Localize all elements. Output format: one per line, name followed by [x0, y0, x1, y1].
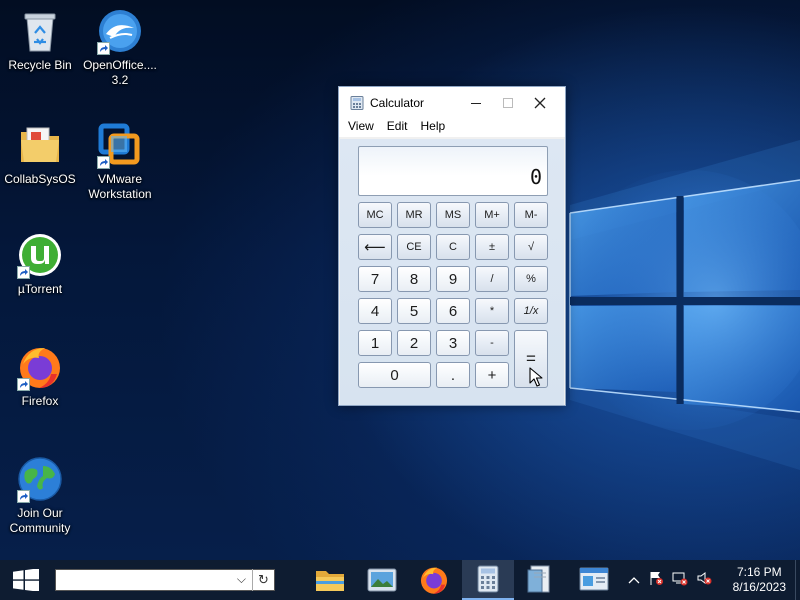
sqrt-button[interactable]: √ — [514, 234, 548, 260]
digit-1-button[interactable]: 1 — [358, 330, 392, 356]
control-panel-icon — [579, 567, 609, 591]
digit-0-button[interactable]: 0 — [358, 362, 431, 388]
menu-help[interactable]: Help — [420, 119, 445, 137]
clear-button[interactable]: C — [436, 234, 470, 260]
openoffice-icon — [97, 8, 143, 55]
folder-icon — [17, 122, 63, 168]
shortcut-arrow-icon — [17, 378, 30, 391]
ce-button[interactable]: CE — [397, 234, 431, 260]
action-center-flag-icon[interactable] — [644, 570, 668, 591]
reciprocal-button[interactable]: 1/x — [514, 298, 548, 324]
refresh-icon[interactable]: ↻ — [252, 569, 274, 591]
calculator-icon — [477, 565, 499, 593]
taskbar: ⌵ ↻ 7:16 PM 8/16/2023 — [0, 560, 800, 600]
desktop-icon-firefox[interactable]: Firefox — [0, 344, 82, 409]
desktop-icon-label: CollabSysOS — [4, 172, 76, 186]
digit-2-button[interactable]: 2 — [397, 330, 431, 356]
digit-6-button[interactable]: 6 — [436, 298, 470, 324]
calculator-body: 0 MC MR MS M+ M- ⟵ CE C ± √ 7 8 9 / % 4 … — [340, 139, 564, 405]
desktop-icon-label: OpenOffice.... 3.2 — [83, 58, 157, 87]
menu-view[interactable]: View — [348, 119, 374, 137]
display-value: 0 — [529, 165, 542, 189]
taskbar-photos[interactable] — [356, 560, 408, 600]
taskbar-notepad-document[interactable] — [514, 560, 566, 600]
calculator-icon — [350, 96, 364, 110]
windows-logo-icon — [13, 569, 39, 591]
m-minus-button[interactable]: M- — [514, 202, 548, 228]
maximize-icon — [503, 98, 513, 108]
shortcut-arrow-icon — [17, 490, 30, 503]
mc-button[interactable]: MC — [358, 202, 392, 228]
mr-button[interactable]: MR — [397, 202, 431, 228]
add-button[interactable]: + — [475, 362, 509, 388]
desktop-icon-join-community[interactable]: Join Our Community — [0, 456, 82, 536]
backspace-button[interactable]: ⟵ — [358, 234, 392, 260]
ms-button[interactable]: MS — [436, 202, 470, 228]
digit-8-button[interactable]: 8 — [397, 266, 431, 292]
percent-button[interactable]: % — [514, 266, 548, 292]
desktop-icon-openoffice[interactable]: OpenOffice.... 3.2 — [78, 8, 162, 88]
search-box[interactable]: ⌵ ↻ — [55, 569, 275, 591]
folder-icon — [316, 571, 344, 591]
close-button[interactable] — [524, 87, 556, 119]
clock[interactable]: 7:16 PM 8/16/2023 — [733, 565, 786, 595]
desktop-icon-vmware[interactable]: VMware Workstation — [78, 122, 162, 202]
document-icon — [527, 565, 550, 593]
desktop-icon-label: Join Our Community — [9, 506, 71, 535]
window-title: Calculator — [370, 96, 425, 110]
digit-7-button[interactable]: 7 — [358, 266, 392, 292]
title-bar[interactable]: Calculator — [339, 87, 565, 119]
desktop-icon-label: Recycle Bin — [8, 58, 72, 72]
menu-edit[interactable]: Edit — [387, 119, 408, 137]
desktop-icon-recycle-bin[interactable]: Recycle Bin — [0, 8, 82, 73]
firefox-icon — [420, 567, 448, 594]
clock-date: 8/16/2023 — [732, 580, 786, 594]
desktop-icon-utorrent[interactable]: µTorrent — [0, 232, 82, 297]
calculator-window: Calculator View Edit Help 0 MC MR MS M+ … — [338, 86, 566, 406]
subtract-button[interactable]: - — [475, 330, 509, 356]
close-icon — [534, 97, 546, 109]
shortcut-arrow-icon — [17, 266, 30, 279]
taskbar-firefox[interactable] — [408, 560, 460, 600]
taskbar-calculator[interactable] — [462, 560, 514, 600]
network-icon[interactable] — [668, 570, 692, 591]
shortcut-arrow-icon — [97, 156, 110, 169]
m-plus-button[interactable]: M+ — [475, 202, 509, 228]
chevron-up-icon[interactable] — [624, 571, 644, 589]
globe-icon — [17, 456, 63, 503]
digit-9-button[interactable]: 9 — [436, 266, 470, 292]
desktop-icon-label: Firefox — [21, 394, 59, 408]
mouse-cursor-icon — [529, 367, 543, 387]
utorrent-icon — [17, 232, 63, 279]
photos-icon — [367, 568, 397, 592]
digit-3-button[interactable]: 3 — [436, 330, 470, 356]
divide-button[interactable]: / — [475, 266, 509, 292]
desktop-icon-collabsysos[interactable]: CollabSysOS — [0, 122, 82, 187]
digit-4-button[interactable]: 4 — [358, 298, 392, 324]
chevron-down-icon[interactable]: ⌵ — [237, 572, 246, 587]
recycle-bin-icon — [17, 8, 63, 54]
decimal-button[interactable]: . — [436, 362, 470, 388]
volume-muted-icon[interactable] — [692, 570, 716, 591]
minimize-icon — [471, 103, 481, 104]
minimize-button[interactable] — [460, 87, 492, 119]
clock-time: 7:16 PM — [736, 565, 782, 579]
shortcut-arrow-icon — [97, 42, 110, 55]
firefox-icon — [17, 344, 63, 391]
digit-5-button[interactable]: 5 — [397, 298, 431, 324]
show-desktop-button[interactable] — [795, 560, 800, 600]
taskbar-control-panel[interactable] — [568, 560, 620, 600]
calculator-display: 0 — [358, 146, 548, 196]
desktop-icon-label: µTorrent — [17, 282, 63, 296]
desktop-icon-label: VMware Workstation — [88, 172, 152, 201]
plus-minus-button[interactable]: ± — [475, 234, 509, 260]
start-button[interactable] — [0, 560, 52, 600]
menu-bar: View Edit Help — [339, 119, 565, 137]
multiply-button[interactable]: * — [475, 298, 509, 324]
maximize-button[interactable] — [492, 87, 524, 119]
system-tray — [624, 560, 716, 600]
taskbar-file-explorer[interactable] — [304, 560, 356, 600]
vmware-icon — [97, 122, 143, 169]
